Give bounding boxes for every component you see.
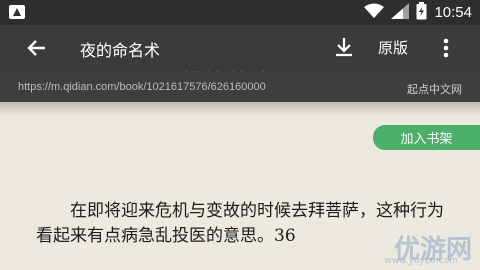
app-notification-icon bbox=[8, 4, 26, 20]
signal-icon bbox=[391, 2, 410, 23]
status-bar: 10:54 bbox=[0, 0, 480, 25]
wifi-icon bbox=[364, 3, 385, 23]
download-icon[interactable] bbox=[333, 35, 355, 59]
back-arrow-icon[interactable] bbox=[24, 35, 50, 61]
add-to-shelf-button[interactable]: 加入书架 bbox=[373, 125, 480, 150]
book-title: 夜的命名术 bbox=[80, 41, 161, 60]
page-top-shadow bbox=[0, 102, 480, 116]
battery-icon bbox=[416, 1, 427, 24]
more-options-icon[interactable] bbox=[440, 36, 452, 60]
status-time: 10:54 bbox=[434, 4, 472, 21]
watermark-url: www.yoyou.com bbox=[384, 256, 458, 266]
original-version-button[interactable]: 原版 bbox=[378, 37, 408, 58]
source-url[interactable]: https://m.qidian.com/book/1021617576/626… bbox=[18, 81, 266, 93]
source-url-bar: https://m.qidian.com/book/1021617576/626… bbox=[0, 72, 480, 102]
source-site-name: 起点中文网 bbox=[407, 84, 462, 96]
